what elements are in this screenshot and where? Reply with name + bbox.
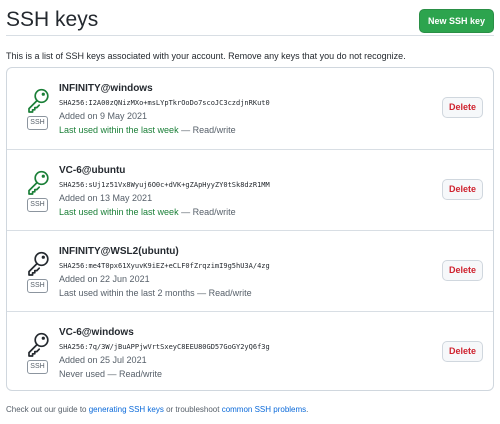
ssh-key-list: SSH INFINITY@windows SHA256:I2A00zQNizMX… xyxy=(6,67,494,391)
key-added-date: Added on 25 Jul 2021 xyxy=(59,355,147,365)
key-access: — Read/write xyxy=(178,207,236,217)
ssh-key-row: SSH VC-6@windows SHA256:7q/3W/jBuAPPjwVr… xyxy=(7,311,493,392)
key-last-used: Last used within the last week xyxy=(59,125,179,135)
page-header: SSH keys New SSH key xyxy=(6,8,494,36)
common-ssh-problems-link[interactable]: common SSH problems xyxy=(222,405,306,414)
key-icon xyxy=(26,332,50,358)
key-fingerprint: SHA256:sUj1z51Vx8Wyuj6O0c+dVK+gZApHyyZY0… xyxy=(59,181,270,189)
key-fingerprint: SHA256:me4T0px61XyuvK9iEZ+eCLF0fZrqzimI9… xyxy=(59,262,270,270)
delete-key-button[interactable]: Delete xyxy=(442,179,483,200)
key-added-date: Added on 22 Jun 2021 xyxy=(59,274,150,284)
ssh-key-row: SSH INFINITY@windows SHA256:I2A00zQNizMX… xyxy=(7,68,493,149)
key-added-date: Added on 13 May 2021 xyxy=(59,193,153,203)
key-added-date: Added on 9 May 2021 xyxy=(59,111,148,121)
intro-text: This is a list of SSH keys associated wi… xyxy=(6,51,406,61)
key-title: VC-6@windows xyxy=(59,327,134,338)
key-last-used: Last used within the last week xyxy=(59,207,179,217)
key-title: INFINITY@windows xyxy=(59,83,153,94)
ssh-badge: SSH xyxy=(27,198,48,212)
ssh-key-row: SSH VC-6@ubuntu SHA256:sUj1z51Vx8Wyuj6O0… xyxy=(7,149,493,230)
ssh-badge: SSH xyxy=(27,116,48,130)
key-access: — Read/write xyxy=(194,288,252,298)
ssh-key-row: SSH INFINITY@WSL2(ubuntu) SHA256:me4T0px… xyxy=(7,230,493,311)
key-title: INFINITY@WSL2(ubuntu) xyxy=(59,246,179,257)
key-usage: Last used within the last week — Read/wr… xyxy=(59,124,389,137)
delete-key-button[interactable]: Delete xyxy=(442,341,483,362)
ssh-badge: SSH xyxy=(27,360,48,374)
key-fingerprint: SHA256:7q/3W/jBuAPPjwVrtSxeyC8EEU80GD57G… xyxy=(59,343,270,351)
ssh-badge: SSH xyxy=(27,279,48,293)
page-title: SSH keys xyxy=(6,8,99,31)
new-ssh-key-button[interactable]: New SSH key xyxy=(418,9,494,33)
delete-key-button[interactable]: Delete xyxy=(442,260,483,281)
key-usage: Last used within the last week — Read/wr… xyxy=(59,206,389,219)
key-usage: Never used — Read/write xyxy=(59,368,389,381)
key-icon xyxy=(26,251,50,277)
key-icon xyxy=(26,170,50,196)
generating-ssh-keys-link[interactable]: generating SSH keys xyxy=(89,405,164,414)
key-access: — Read/write xyxy=(105,369,163,379)
footer-help-text: Check out our guide to generating SSH ke… xyxy=(6,405,309,414)
key-fingerprint: SHA256:I2A00zQNizMXo+msLYpTkrOoDo7scoJC3… xyxy=(59,99,270,107)
key-last-used: Last used within the last 2 months xyxy=(59,288,195,298)
key-access: — Read/write xyxy=(178,125,236,135)
key-last-used: Never used xyxy=(59,369,106,379)
key-usage: Last used within the last 2 months — Rea… xyxy=(59,287,389,300)
key-icon xyxy=(26,88,50,114)
key-title: VC-6@ubuntu xyxy=(59,165,126,176)
delete-key-button[interactable]: Delete xyxy=(442,97,483,118)
